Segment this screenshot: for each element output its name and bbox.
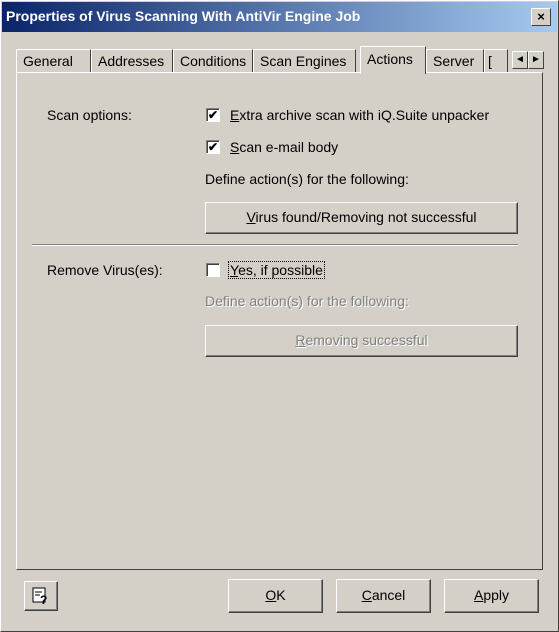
title-bar[interactable]: Properties of Virus Scanning With AntiVi… bbox=[2, 2, 557, 32]
scan-body-label[interactable]: Scan e-mail body bbox=[230, 139, 338, 155]
tab-conditions[interactable]: Conditions bbox=[173, 49, 253, 73]
remove-define-text: Define action(s) for the following: bbox=[205, 293, 409, 309]
ok-accel: O bbox=[265, 587, 277, 603]
virus-found-accel: V bbox=[246, 209, 256, 225]
properties-dialog: Properties of Virus Scanning With AntiVi… bbox=[0, 0, 559, 632]
tab-strip: General Addresses Conditions Scan Engine… bbox=[16, 46, 546, 74]
scan-define-text: Define action(s) for the following: bbox=[205, 171, 409, 187]
yes-possible-label[interactable]: Yes, if possible bbox=[228, 261, 325, 279]
help-button[interactable]: ? bbox=[24, 581, 58, 611]
extra-archive-label[interactable]: Extra archive scan with iQ.Suite unpacke… bbox=[230, 107, 489, 123]
scan-body-accel: S bbox=[230, 139, 240, 155]
remove-virus-label: Remove Virus(es): bbox=[47, 262, 163, 278]
virus-found-text: irus found/Removing not successful bbox=[255, 209, 477, 225]
removing-successful-accel: R bbox=[295, 332, 306, 348]
apply-accel: A bbox=[473, 587, 484, 603]
extra-archive-text: xtra archive scan with iQ.Suite unpacker bbox=[239, 107, 490, 123]
virus-found-button[interactable]: Virus found/Removing not successful bbox=[205, 202, 518, 234]
ok-text: K bbox=[276, 587, 286, 603]
tab-partial[interactable]: [ bbox=[484, 49, 508, 73]
yes-possible-accel: Y bbox=[230, 262, 239, 278]
tab-scan-engines[interactable]: Scan Engines bbox=[253, 49, 356, 73]
extra-archive-checkbox[interactable]: ✔ bbox=[206, 108, 220, 122]
removing-successful-button[interactable]: Removing successful bbox=[205, 325, 518, 357]
close-button[interactable]: × bbox=[531, 8, 551, 26]
scan-body-text: can e-mail body bbox=[239, 139, 339, 155]
tab-scroll-left-icon[interactable]: ◄ bbox=[512, 51, 528, 69]
section-divider bbox=[32, 244, 518, 246]
removing-successful-text: emoving successful bbox=[305, 332, 428, 348]
ok-button[interactable]: OK bbox=[228, 579, 323, 613]
help-icon: ? bbox=[31, 585, 51, 607]
apply-text: pply bbox=[483, 587, 510, 603]
tab-actions[interactable]: Actions bbox=[360, 46, 426, 74]
tab-server[interactable]: Server bbox=[426, 49, 484, 73]
apply-button[interactable]: Apply bbox=[444, 579, 539, 613]
yes-possible-text: es, if possible bbox=[238, 262, 323, 278]
scan-options-label: Scan options: bbox=[47, 107, 132, 123]
tab-scroll-arrows: ◄ ► bbox=[512, 51, 544, 71]
actions-panel: Scan options: ✔ Extra archive scan with … bbox=[16, 72, 543, 570]
cancel-text: ancel bbox=[371, 587, 406, 603]
tab-addresses[interactable]: Addresses bbox=[91, 49, 173, 73]
tab-general[interactable]: General bbox=[16, 49, 91, 73]
window-title: Properties of Virus Scanning With AntiVi… bbox=[6, 8, 361, 24]
svg-text:?: ? bbox=[40, 593, 47, 606]
yes-possible-checkbox[interactable] bbox=[206, 263, 220, 277]
cancel-button[interactable]: Cancel bbox=[336, 579, 431, 613]
cancel-accel: C bbox=[361, 587, 372, 603]
scan-body-checkbox[interactable]: ✔ bbox=[206, 140, 220, 154]
tab-scroll-right-icon[interactable]: ► bbox=[528, 51, 544, 69]
extra-archive-accel: E bbox=[230, 107, 240, 123]
